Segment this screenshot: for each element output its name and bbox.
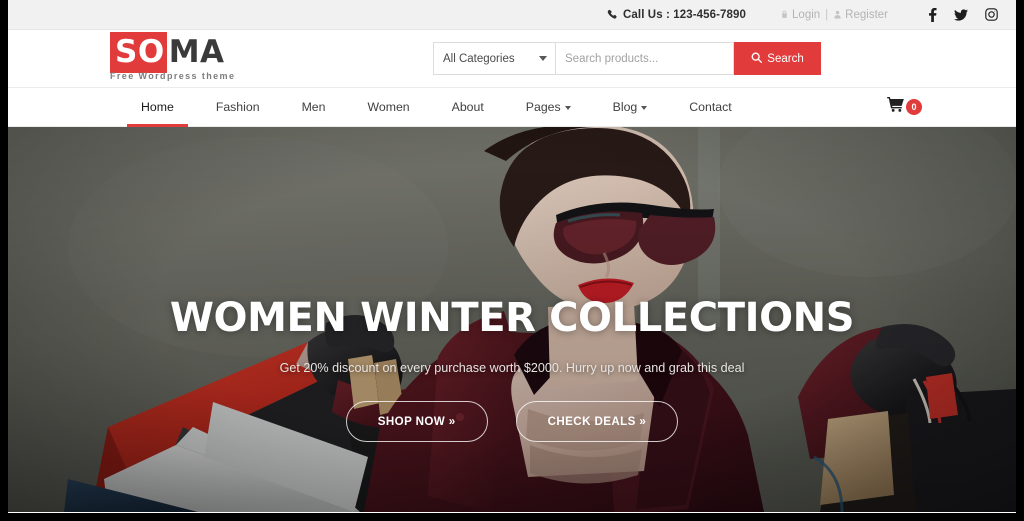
- nav-label: Home: [141, 100, 174, 114]
- nav-label: About: [451, 100, 484, 114]
- site-logo[interactable]: SO MA Free Wordpress theme: [110, 31, 340, 81]
- twitter-icon[interactable]: [954, 8, 968, 21]
- shopping-cart-icon: [887, 97, 904, 117]
- login-label: Login: [792, 8, 821, 21]
- main-navigation: Home Fashion Men Women About Pages Blog: [8, 88, 1016, 127]
- nav-label: Men: [301, 100, 326, 114]
- nav-item-blog[interactable]: Blog: [592, 88, 669, 126]
- nav-item-contact[interactable]: Contact: [668, 88, 752, 126]
- auth-links: Login | Register: [780, 9, 888, 21]
- top-bar: Call Us : 123-456-7890 Login | Register: [8, 0, 1016, 30]
- nav-item-pages[interactable]: Pages: [505, 88, 592, 126]
- nav-label: Pages: [525, 100, 561, 114]
- call-us-label: Call Us : 123-456-7890: [623, 8, 747, 21]
- top-bar-group: Call Us : 123-456-7890 Login | Register: [607, 7, 998, 22]
- nav-item-home[interactable]: Home: [120, 88, 195, 127]
- hero-subtitle: Get 20% discount on every purchase worth…: [279, 361, 745, 375]
- facebook-icon[interactable]: [928, 7, 937, 22]
- hero-content: WOMEN WINTER COLLECTIONS Get 20% discoun…: [8, 297, 1016, 442]
- auth-separator: |: [825, 8, 829, 21]
- nav-item-about[interactable]: About: [431, 88, 505, 126]
- search-button-label: Search: [767, 52, 804, 65]
- category-select[interactable]: All Categories: [433, 42, 556, 75]
- chevron-down-icon: [539, 56, 547, 61]
- check-deals-button[interactable]: CHECK DEALS »: [515, 401, 679, 442]
- cart-button[interactable]: 0: [887, 88, 922, 126]
- nav-label: Blog: [612, 100, 638, 114]
- hero-buttons: SHOP NOW » CHECK DEALS »: [8, 401, 1016, 442]
- call-us: Call Us : 123-456-7890: [607, 9, 746, 21]
- nav-label: Women: [367, 100, 410, 114]
- user-icon: [833, 10, 842, 19]
- chevron-down-icon: [564, 106, 571, 110]
- page-root: Call Us : 123-456-7890 Login | Register …: [8, 0, 1016, 513]
- logo-highlight-text: SO: [110, 31, 167, 73]
- logo-mark: SO MA: [110, 31, 225, 73]
- logo-plain-text: MA: [168, 33, 225, 70]
- nav-item-men[interactable]: Men: [281, 88, 347, 126]
- nav-item-fashion[interactable]: Fashion: [195, 88, 281, 126]
- hero-title: WOMEN WINTER COLLECTIONS: [169, 295, 855, 341]
- social-links: [928, 7, 998, 22]
- search-button[interactable]: Search: [734, 42, 821, 75]
- instagram-icon[interactable]: [985, 8, 998, 21]
- nav-label: Fashion: [215, 100, 260, 114]
- nav-items: Home Fashion Men Women About Pages Blog: [120, 88, 753, 127]
- search-icon: [751, 52, 763, 66]
- search-input[interactable]: [556, 42, 734, 75]
- nav-label: Contact: [689, 100, 732, 114]
- chevron-down-icon: [641, 106, 648, 110]
- product-search-bar: All Categories Search: [433, 42, 821, 75]
- nav-item-women[interactable]: Women: [346, 88, 430, 126]
- login-link[interactable]: Login: [780, 9, 820, 21]
- cart-count-badge: 0: [906, 99, 922, 115]
- shop-now-button[interactable]: SHOP NOW »: [345, 401, 488, 442]
- logo-tagline: Free Wordpress theme: [110, 70, 236, 81]
- lock-icon: [780, 10, 789, 19]
- phone-icon: [607, 9, 618, 20]
- category-select-value: All Categories: [443, 52, 515, 65]
- site-header: SO MA Free Wordpress theme All Categories…: [8, 30, 1016, 88]
- register-link[interactable]: Register: [833, 9, 888, 21]
- hero-banner: WOMEN WINTER COLLECTIONS Get 20% discoun…: [8, 127, 1016, 512]
- register-label: Register: [845, 8, 888, 21]
